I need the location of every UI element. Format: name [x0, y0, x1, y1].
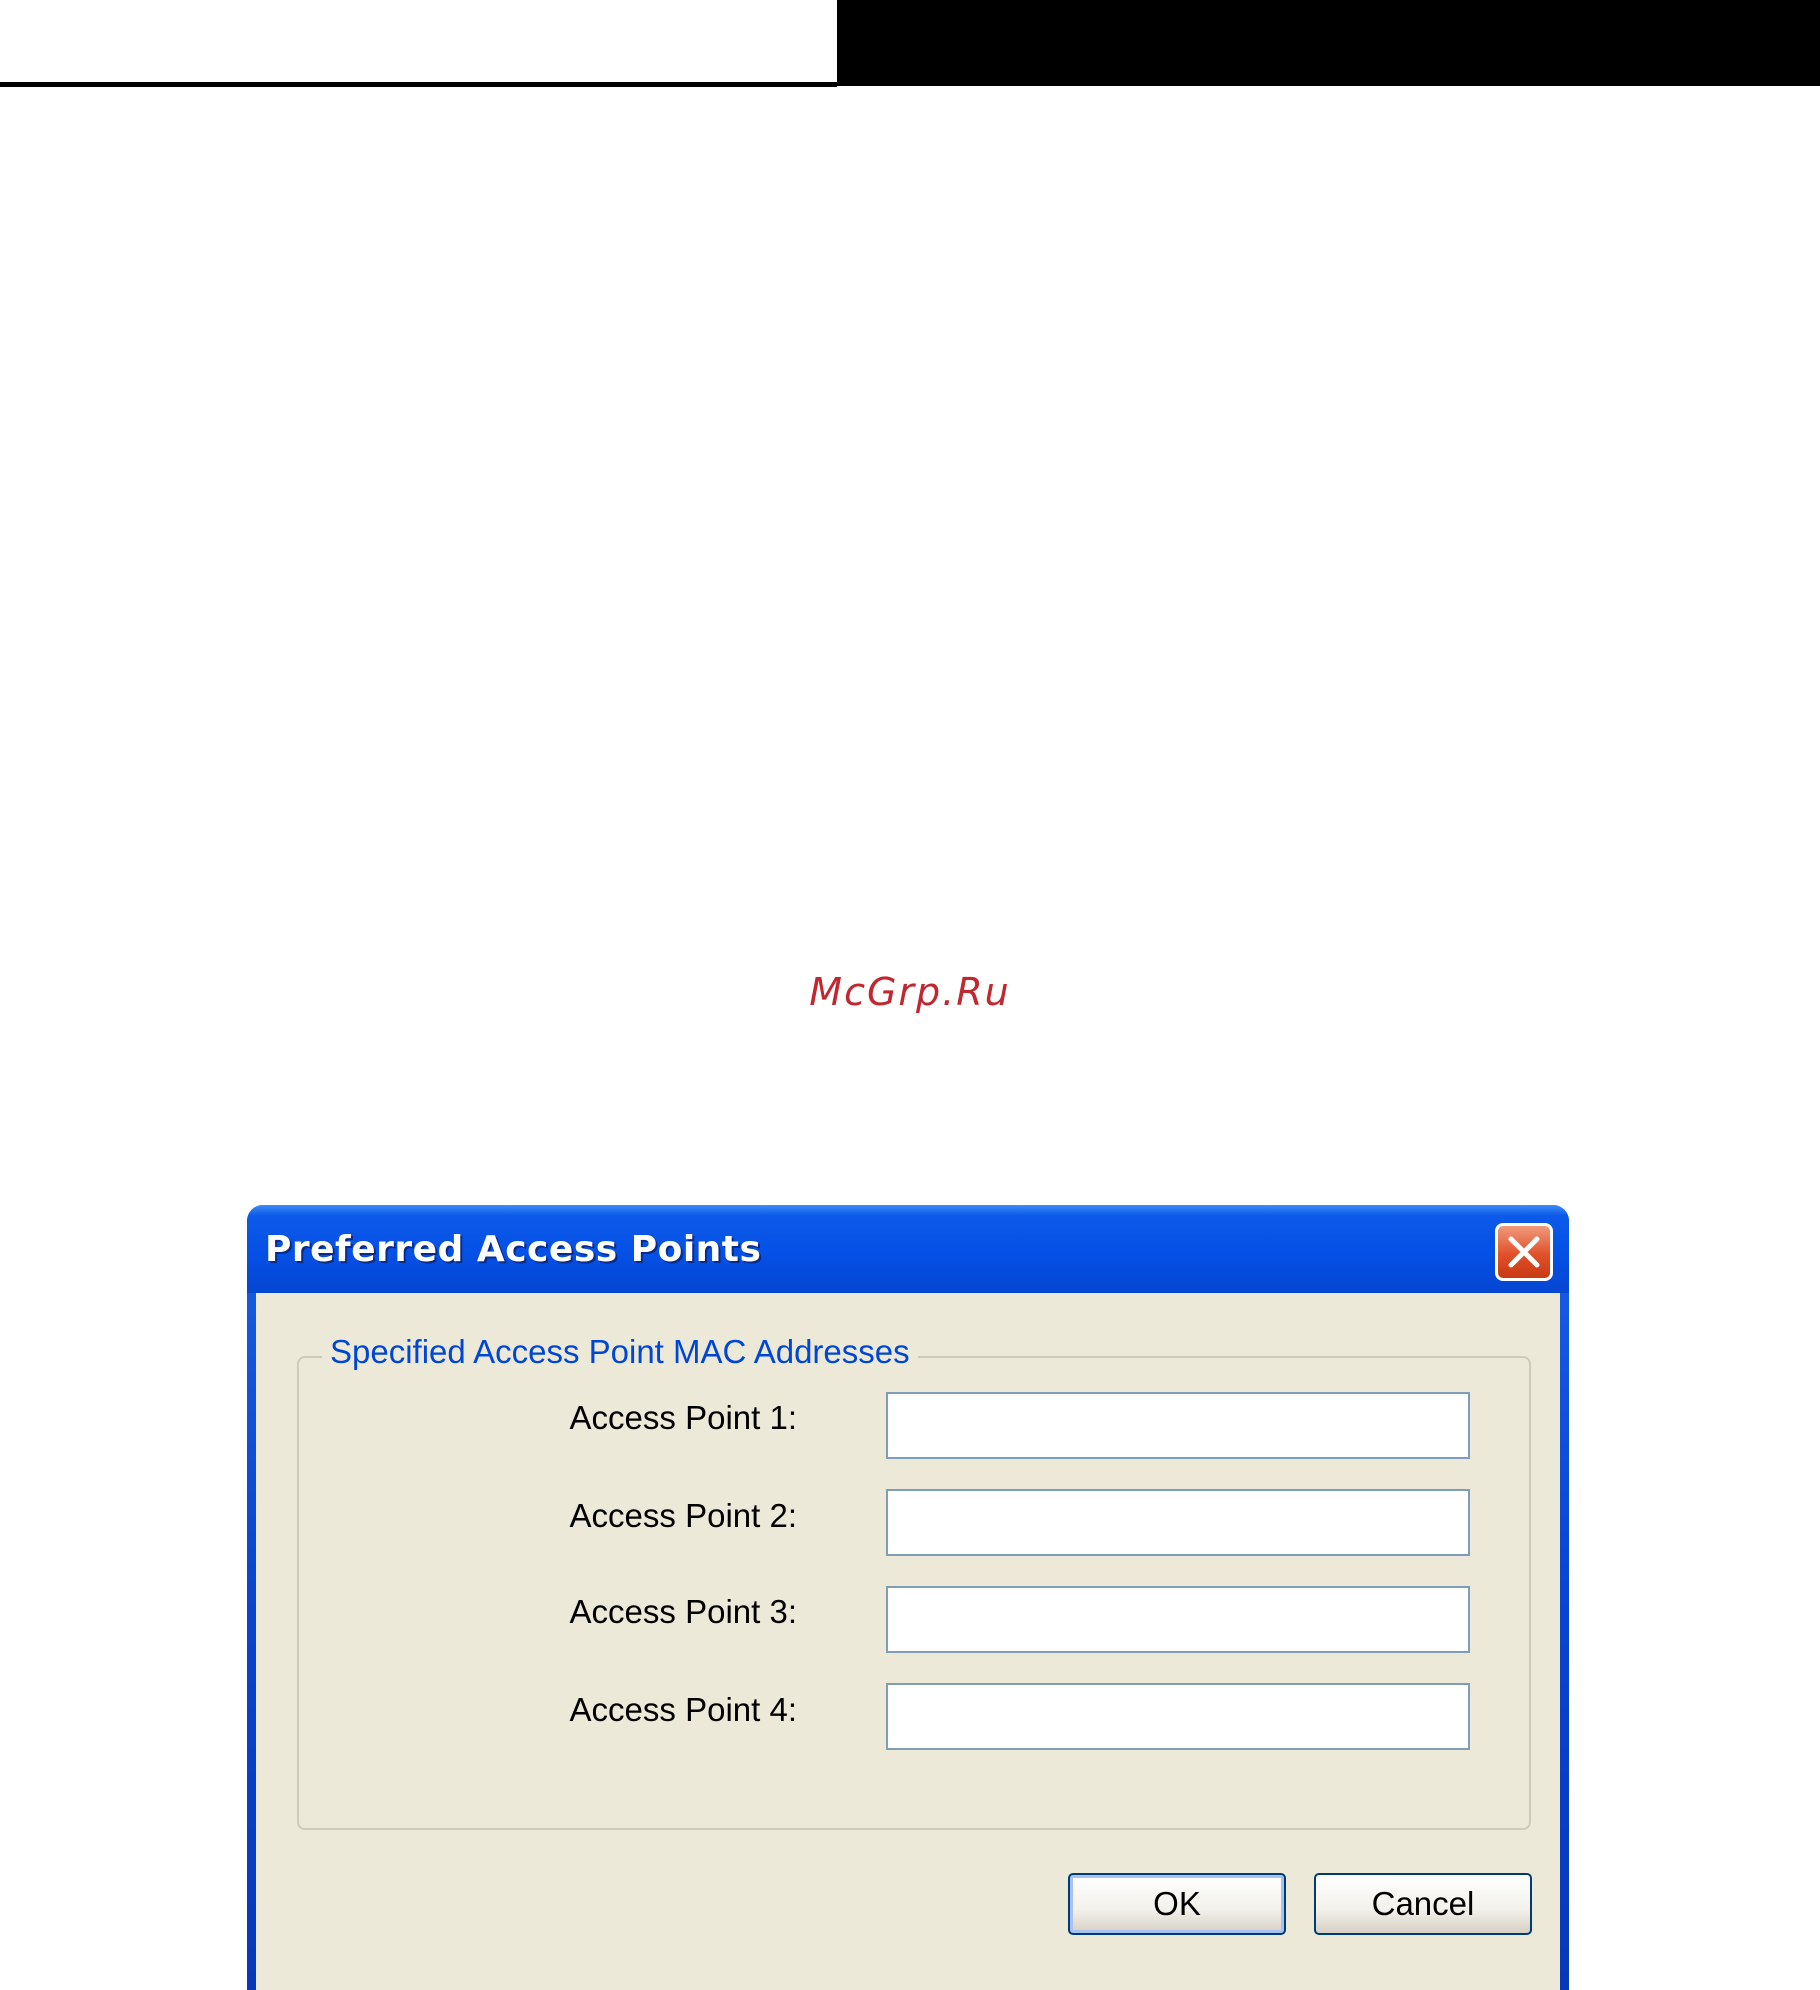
- close-button[interactable]: [1495, 1223, 1553, 1281]
- access-point-2-input[interactable]: [886, 1489, 1470, 1556]
- cancel-button[interactable]: Cancel: [1314, 1873, 1532, 1935]
- access-point-4-input[interactable]: [886, 1683, 1470, 1750]
- dialog-titlebar: Preferred Access Points: [247, 1205, 1569, 1293]
- access-point-3-label: Access Point 3:: [569, 1593, 797, 1630]
- page-header-bar: [837, 0, 1820, 86]
- watermark-text: McGrp.Ru: [809, 970, 1011, 1014]
- page-header-rule: [0, 82, 837, 87]
- access-point-2-label: Access Point 2:: [569, 1497, 797, 1534]
- close-icon: [1508, 1236, 1540, 1268]
- access-point-1-label: Access Point 1:: [569, 1399, 797, 1436]
- groupbox-title: Specified Access Point MAC Addresses: [322, 1333, 918, 1371]
- dialog-client-area: Specified Access Point MAC Addresses Acc…: [256, 1293, 1560, 1990]
- access-point-4-label: Access Point 4:: [569, 1691, 797, 1728]
- ok-button[interactable]: OK: [1068, 1873, 1286, 1935]
- access-point-1-input[interactable]: [886, 1392, 1470, 1459]
- preferred-access-points-dialog: Preferred Access Points Specified Access…: [247, 1205, 1569, 1990]
- access-point-3-input[interactable]: [886, 1586, 1470, 1653]
- dialog-title: Preferred Access Points: [265, 1229, 762, 1270]
